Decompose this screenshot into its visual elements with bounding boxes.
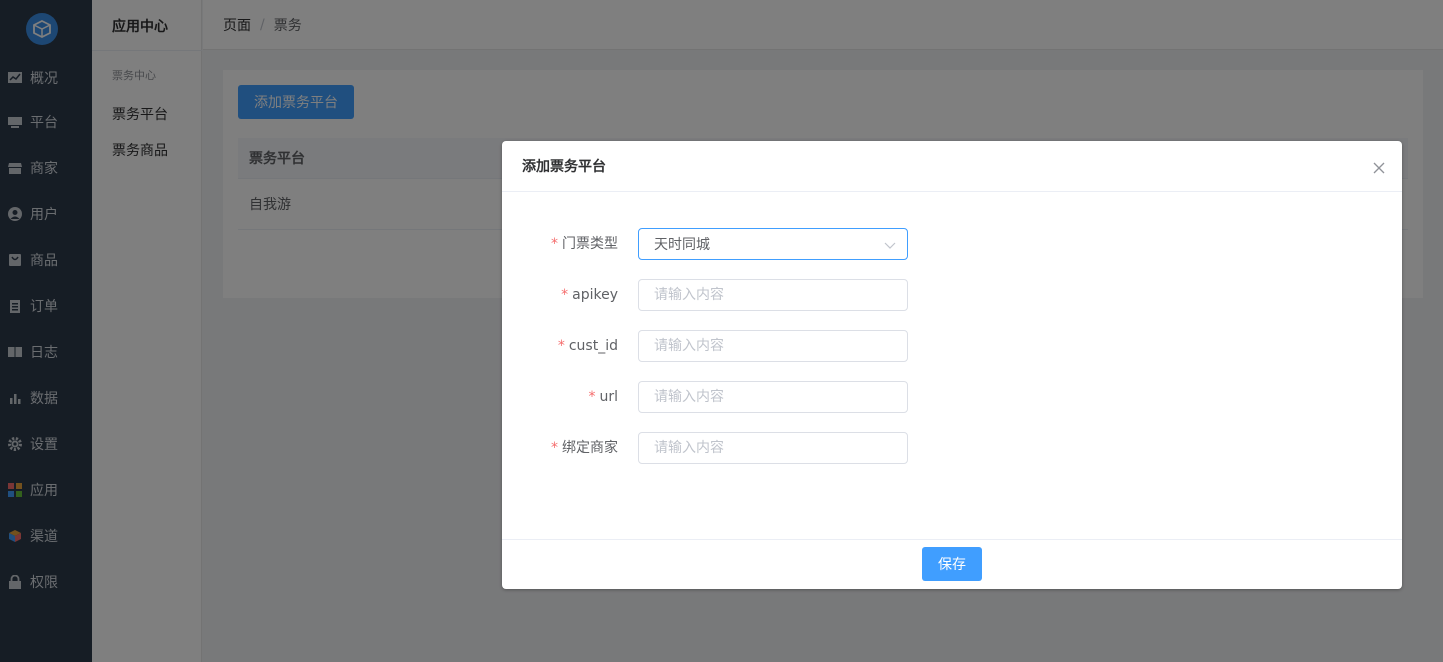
form-label: * 绑定商家	[551, 440, 618, 456]
form-label: * cust_id	[557, 338, 618, 354]
select-value: 天时同城	[654, 237, 710, 253]
form-row-ticket-type: * 门票类型 天时同城	[502, 228, 1402, 260]
required-mark: *	[588, 389, 596, 405]
chevron-down-icon	[884, 242, 896, 249]
dialog-title: 添加票务平台	[522, 159, 606, 175]
add-ticket-platform-dialog: 添加票务平台 *门票类型 天时同城 *apikey *cust_id *url …	[502, 141, 1402, 589]
apikey-input[interactable]	[638, 279, 908, 311]
url-input[interactable]	[638, 381, 908, 413]
form-label: * 门票类型	[551, 236, 618, 252]
form-label: * url	[588, 389, 618, 405]
close-icon[interactable]	[1372, 161, 1386, 175]
form-row-url: * url	[502, 381, 1402, 413]
save-button[interactable]: 保存	[922, 547, 982, 581]
bind-merchant-input[interactable]	[638, 432, 908, 464]
form-row-cust-id: * cust_id	[502, 330, 1402, 362]
required-mark: *	[551, 440, 558, 456]
required-mark: *	[561, 287, 569, 303]
form-label: * apikey	[561, 287, 618, 303]
form-row-apikey: * apikey	[502, 279, 1402, 311]
dialog-header: 添加票务平台	[502, 141, 1402, 192]
required-mark: *	[551, 236, 558, 252]
required-mark: *	[557, 338, 565, 354]
ticket-type-select[interactable]: 天时同城	[638, 228, 908, 260]
dialog-footer: 保存	[502, 539, 1402, 589]
form-row-bind-merchant: * 绑定商家	[502, 432, 1402, 464]
cust-id-input[interactable]	[638, 330, 908, 362]
